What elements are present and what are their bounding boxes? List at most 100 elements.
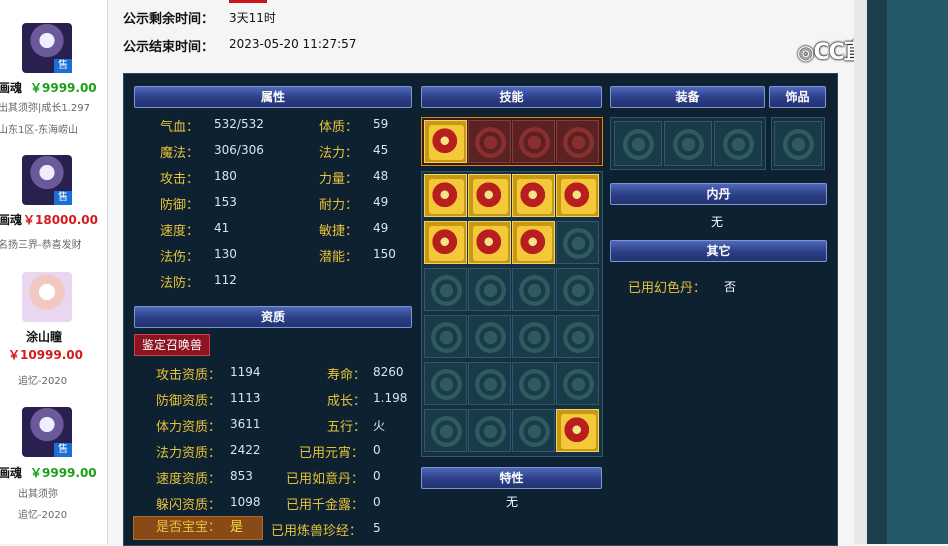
remaining-value: 3天11时 <box>229 11 276 25</box>
attr-label: 法力： <box>319 146 359 161</box>
attr-value: 48 <box>373 169 389 183</box>
attr-value: 49 <box>373 221 389 235</box>
pet-price: ￥9999.00 <box>30 466 97 480</box>
right-background <box>887 0 948 544</box>
attr-value: 150 <box>373 247 396 261</box>
equip-slot-icon[interactable] <box>714 121 762 166</box>
sale-tag: 售 <box>54 443 72 457</box>
trait-value: 无 <box>506 495 519 509</box>
equipment-grid <box>610 117 766 170</box>
apt-value: 853 <box>230 469 253 483</box>
attr-value: 112 <box>214 273 237 287</box>
apt-value: 2422 <box>230 443 261 457</box>
end-value: 2023-05-20 11:27:57 <box>229 37 357 51</box>
apt-label: 成长： <box>327 394 367 409</box>
other-value: 否 <box>724 280 737 294</box>
empty-slot-icon <box>424 362 467 405</box>
pet-price: ￥18000.00 <box>23 213 99 227</box>
pet-avatar[interactable]: 售 <box>22 155 72 205</box>
pet-name[interactable]: 画魂 <box>0 79 22 96</box>
attr-value: 532/532 <box>214 117 264 131</box>
attr-value: 41 <box>214 221 230 235</box>
apt-value: 3611 <box>230 417 261 431</box>
locked-slot-icon <box>512 120 555 163</box>
empty-slot-icon <box>512 315 555 358</box>
pet-avatar[interactable] <box>22 272 72 322</box>
attr-value: 306/306 <box>214 143 264 157</box>
skill-icon[interactable] <box>468 221 511 264</box>
pet-name[interactable]: 画魂 <box>0 464 22 481</box>
header-other: 其它 <box>610 240 827 262</box>
skill-icon[interactable] <box>424 174 467 217</box>
remaining-label: 公示剩余时间： <box>123 12 215 27</box>
skill-icon[interactable] <box>512 221 555 264</box>
accessory-slot-icon[interactable] <box>774 121 822 166</box>
apt-value: 1113 <box>230 391 261 405</box>
accessory-grid <box>771 117 825 170</box>
skill-icon[interactable] <box>468 174 511 217</box>
apt-value: 0 <box>373 495 381 509</box>
pet-server: 追忆-2020 <box>18 510 68 521</box>
locked-slot-icon <box>556 120 599 163</box>
pet-detail-panel: 属性 技能 装备 饰品 气血： 532/532 魔法： 306/306 攻击： … <box>123 73 838 546</box>
empty-slot-icon <box>512 268 555 311</box>
attr-label: 体质： <box>319 120 359 135</box>
header-trait: 特性 <box>421 467 602 489</box>
attr-label: 气血： <box>160 120 200 135</box>
attr-label: 防御： <box>160 198 200 213</box>
pet-server: 名扬三界-恭喜发财 <box>0 240 82 251</box>
empty-slot-icon <box>468 409 511 452</box>
header-equipment: 装备 <box>610 86 765 108</box>
apt-value: 0 <box>373 443 381 457</box>
attr-label: 魔法： <box>160 146 200 161</box>
apt-value: 8260 <box>373 365 404 379</box>
baby-value: 是 <box>230 520 244 535</box>
apt-label: 五行： <box>327 420 367 435</box>
apt-value: 火 <box>373 419 386 433</box>
attr-value: 130 <box>214 247 237 261</box>
empty-slot-icon <box>512 409 555 452</box>
apt-label: 攻击资质： <box>156 368 222 383</box>
locked-slot-icon <box>468 120 511 163</box>
skill-icon[interactable] <box>512 174 555 217</box>
apt-value: 1194 <box>230 365 261 379</box>
scrollbar[interactable] <box>854 0 867 544</box>
attr-value: 180 <box>214 169 237 183</box>
apt-label: 已用炼兽珍经： <box>271 524 363 539</box>
skill-slot-icon[interactable] <box>424 120 467 163</box>
apt-label: 速度资质： <box>156 472 222 487</box>
pet-avatar[interactable]: 售 <box>22 407 72 457</box>
equip-slot-icon[interactable] <box>664 121 712 166</box>
attr-label: 耐力： <box>319 198 359 213</box>
empty-slot-icon <box>424 409 467 452</box>
skill-grid <box>421 171 603 457</box>
pet-sub1: 出其须弥|成长1.297 <box>0 103 90 114</box>
attr-label: 法防： <box>160 276 200 291</box>
baby-label: 是否宝宝： <box>156 520 222 535</box>
empty-slot-icon <box>556 315 599 358</box>
equip-slot-icon[interactable] <box>614 121 662 166</box>
header-accessory: 饰品 <box>769 86 826 108</box>
neidan-value: 无 <box>711 215 724 229</box>
skill-icon[interactable] <box>424 221 467 264</box>
attr-label: 力量： <box>319 172 359 187</box>
apt-value: 0 <box>373 469 381 483</box>
skill-icon[interactable] <box>556 409 599 452</box>
pet-name[interactable]: 涂山瞳 <box>26 328 62 345</box>
empty-slot-icon <box>512 362 555 405</box>
pet-sub1: 出其须弥 <box>18 489 58 500</box>
identify-pet-button[interactable]: 鉴定召唤兽 <box>134 334 211 356</box>
skill-icon[interactable] <box>556 174 599 217</box>
header-skills: 技能 <box>421 86 602 108</box>
pet-avatar[interactable]: 售 <box>22 23 72 73</box>
attr-value: 49 <box>373 195 389 209</box>
skill-top-row <box>421 117 603 166</box>
empty-slot-icon <box>468 268 511 311</box>
seller-list: 售 画魂 ￥9999.00 出其须弥|成长1.297 山东1区-东海崂山 售 画… <box>0 0 108 544</box>
pet-name[interactable]: 画魂 <box>0 211 22 228</box>
apt-label: 防御资质： <box>156 394 222 409</box>
attr-value: 45 <box>373 143 389 157</box>
empty-slot-icon <box>468 362 511 405</box>
sale-tag: 售 <box>54 191 72 205</box>
apt-label: 法力资质： <box>156 446 222 461</box>
